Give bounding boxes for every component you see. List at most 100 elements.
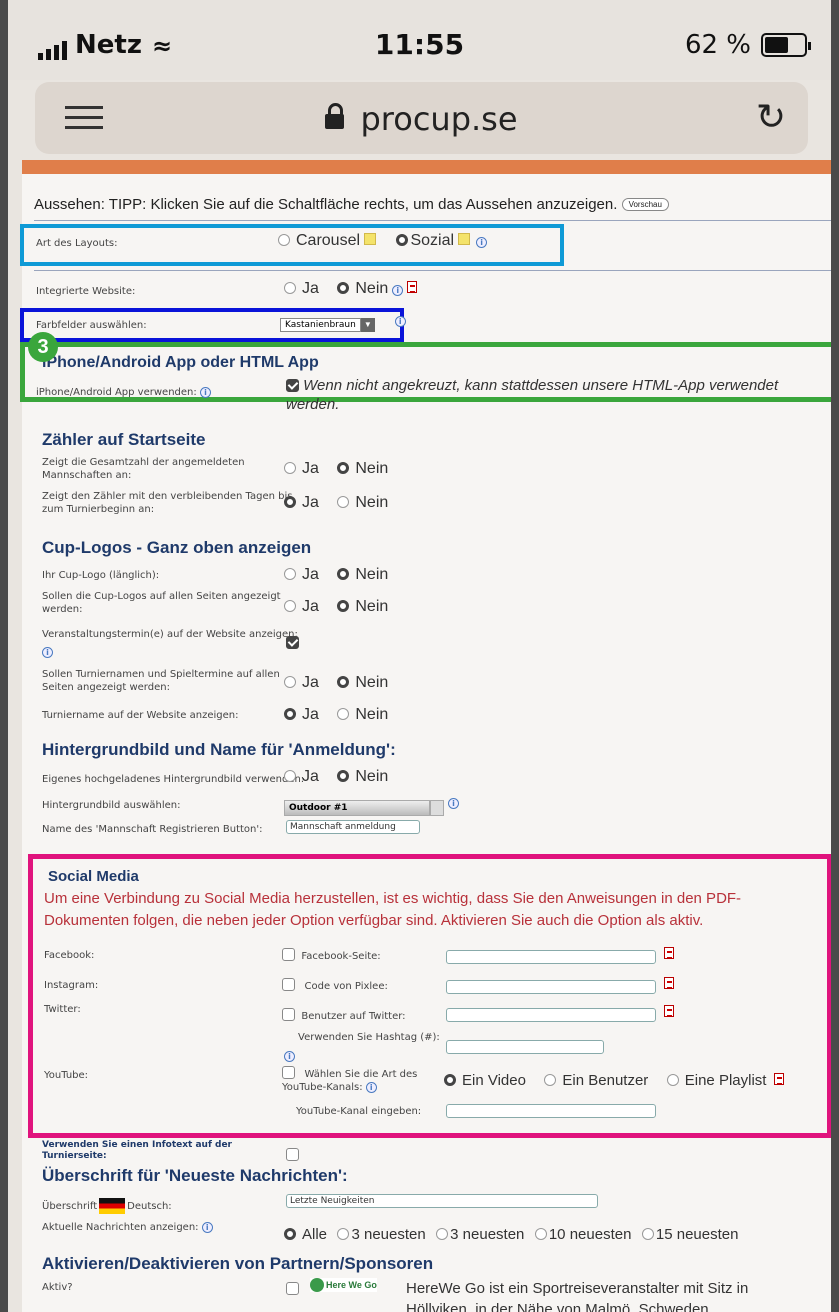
youtube-video-radio[interactable] xyxy=(444,1074,456,1086)
bg-select[interactable]: Outdoor #1 i xyxy=(284,797,459,816)
counter-days-label-2: zum Turnierbeginn an: xyxy=(42,504,155,515)
color-select[interactable]: Kastanienbraun ▼ i xyxy=(280,315,406,332)
tournament-name-yes-radio[interactable] xyxy=(284,708,296,720)
logo-long-yes-radio[interactable] xyxy=(284,568,296,580)
info-icon[interactable]: i xyxy=(365,1082,377,1093)
youtube-channel-input[interactable] xyxy=(446,1104,656,1118)
counter-days-label-1: Zeigt den Zähler mit den verbleibenden T… xyxy=(42,491,293,502)
youtube-label: YouTube: xyxy=(44,1070,89,1081)
app-label-text: iPhone/Android App verwenden: xyxy=(36,387,197,398)
chevron-down-icon xyxy=(430,800,444,816)
german-flag-icon xyxy=(99,1198,126,1214)
pdf-icon[interactable] xyxy=(664,946,674,964)
info-icon[interactable]: i xyxy=(394,315,406,327)
status-bar: Netz ≈ 11:55 62 % xyxy=(8,0,831,80)
logos-all-pages-yes-radio[interactable] xyxy=(284,600,296,612)
info-icon[interactable]: i xyxy=(42,642,53,660)
names-all-pages-no-radio[interactable] xyxy=(337,676,350,688)
news-3a-radio[interactable] xyxy=(337,1228,350,1240)
news-3b-radio[interactable] xyxy=(436,1228,449,1240)
youtube-user-label: Ein Benutzer xyxy=(562,1072,649,1089)
twitter-input[interactable] xyxy=(446,1008,656,1022)
logo-long-options: Ja Nein xyxy=(284,566,402,584)
facebook-checkbox[interactable] xyxy=(282,948,295,961)
youtube-type-option: Wählen Sie die Art des YouTube-Kanals: i xyxy=(282,1066,417,1094)
news-title-label-text: Überschrift xyxy=(42,1200,98,1212)
note-icon[interactable] xyxy=(458,233,471,245)
url-bar[interactable]: procup.se ↻ xyxy=(35,82,808,154)
website-yes-radio[interactable] xyxy=(284,282,296,294)
info-icon[interactable]: i xyxy=(392,285,404,296)
no-label: Nein xyxy=(355,768,389,785)
news-title-input[interactable]: Letzte Neuigkeiten xyxy=(286,1194,598,1208)
battery-percent: 62 % xyxy=(684,30,751,60)
info-icon[interactable]: i xyxy=(448,797,459,809)
event-dates-label: Veranstaltungstermin(e) auf der Website … xyxy=(42,629,298,640)
herewego-logo: Here We Go xyxy=(310,1278,377,1292)
news-show-label: Aktuelle Nachrichten anzeigen: i xyxy=(42,1222,213,1233)
app-checkbox[interactable] xyxy=(286,379,299,392)
facebook-input[interactable] xyxy=(446,950,656,964)
bg-button-name-input[interactable]: Mannschaft anmeldung xyxy=(286,820,420,834)
website-no-radio[interactable] xyxy=(337,282,350,294)
instagram-checkbox[interactable] xyxy=(282,978,295,991)
infotext-checkbox[interactable] xyxy=(286,1146,299,1164)
logos-all-pages-no-radio[interactable] xyxy=(337,600,350,612)
info-icon[interactable]: i xyxy=(201,1222,213,1233)
news-10-radio[interactable] xyxy=(534,1228,547,1240)
pdf-icon[interactable] xyxy=(664,1004,674,1022)
layout-label: Art des Layouts: xyxy=(36,238,118,249)
logo-long-no-radio[interactable] xyxy=(337,568,350,580)
youtube-playlist-radio[interactable] xyxy=(666,1074,679,1086)
youtube-user-radio[interactable] xyxy=(544,1074,557,1086)
no-label: Nein xyxy=(355,460,389,477)
no-label: Nein xyxy=(355,706,389,723)
website-options: Ja Nein i xyxy=(284,280,418,298)
layout-carousel-radio[interactable] xyxy=(278,234,290,246)
bg-own-yes-radio[interactable] xyxy=(284,770,296,782)
youtube-checkbox[interactable] xyxy=(282,1066,295,1079)
info-icon[interactable]: i xyxy=(284,1046,295,1064)
names-all-pages-yes-radio[interactable] xyxy=(284,676,296,688)
youtube-channel-label: YouTube-Kanal eingeben: xyxy=(296,1106,422,1117)
counter-days-yes-radio[interactable] xyxy=(284,496,296,508)
preview-button[interactable]: Vorschau xyxy=(621,198,669,211)
counter-total-label: Zeigt die Gesamtzahl der angemeldeten Man… xyxy=(42,456,245,482)
partner-checkbox[interactable] xyxy=(286,1280,299,1298)
reload-icon[interactable]: ↻ xyxy=(756,96,786,138)
twitter-checkbox[interactable] xyxy=(282,1008,295,1021)
yes-label: Ja xyxy=(302,460,319,477)
counter-total-options: Ja Nein xyxy=(284,460,402,478)
counter-days-no-radio[interactable] xyxy=(337,496,350,508)
partners-heading: Aktivieren/Deaktivieren von Partnern/Spo… xyxy=(42,1254,434,1273)
pdf-icon[interactable] xyxy=(664,976,674,994)
url-field[interactable]: procup.se xyxy=(35,100,808,138)
layout-sozial-label: Sozial xyxy=(410,232,455,249)
layout-sozial-radio[interactable] xyxy=(396,234,409,246)
social-heading: Social Media xyxy=(48,868,139,885)
counter-total-yes-radio[interactable] xyxy=(284,462,296,474)
social-description: Um eine Verbindung zu Social Media herzu… xyxy=(44,888,741,932)
counter-total-label-1: Zeigt die Gesamtzahl der angemeldeten xyxy=(42,457,245,468)
news-15-radio[interactable] xyxy=(641,1228,654,1240)
counter-total-no-radio[interactable] xyxy=(337,462,350,474)
note-icon[interactable] xyxy=(364,233,377,245)
instagram-option-label: Code von Pixlee: xyxy=(304,981,388,992)
lock-icon xyxy=(325,102,345,129)
logo-long-label: Ihr Cup-Logo (länglich): xyxy=(42,570,160,581)
pdf-icon[interactable] xyxy=(774,1073,785,1085)
logos-all-pages-label: Sollen die Cup-Logos auf allen Seiten an… xyxy=(42,590,281,616)
event-dates-checkbox[interactable] xyxy=(286,634,299,652)
instagram-input[interactable] xyxy=(446,980,656,994)
pdf-icon[interactable] xyxy=(407,281,418,293)
news-all-radio[interactable] xyxy=(284,1228,296,1240)
hashtag-input[interactable] xyxy=(446,1040,604,1054)
counter-total-label-2: Mannschaften an: xyxy=(42,470,132,481)
info-icon[interactable]: i xyxy=(199,387,211,398)
app-label: iPhone/Android App verwenden: i xyxy=(36,387,211,398)
app-option: Wenn nicht angekreuzt, kann stattdessen … xyxy=(286,376,778,414)
hashtag-label: Verwenden Sie Hashtag (#): xyxy=(298,1032,440,1043)
info-icon[interactable]: i xyxy=(476,237,488,248)
tournament-name-no-radio[interactable] xyxy=(337,708,350,720)
bg-own-no-radio[interactable] xyxy=(337,770,350,782)
